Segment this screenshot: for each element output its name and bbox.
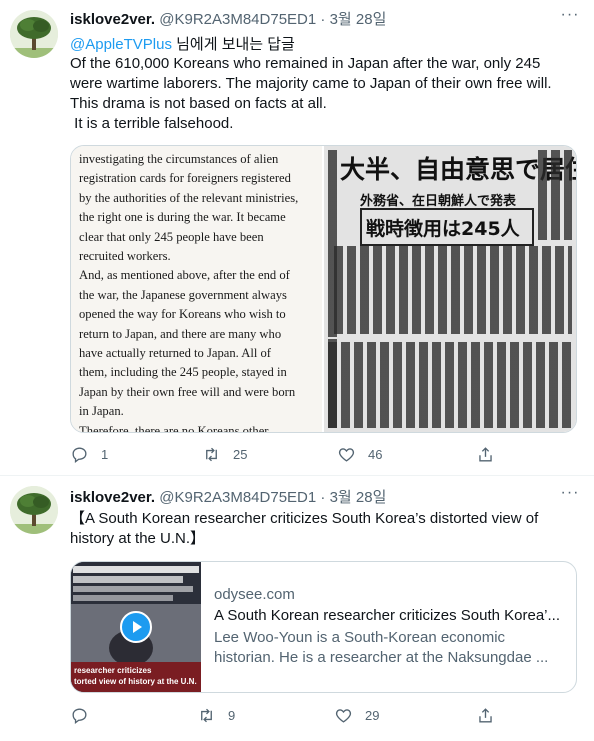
book-text-line: Therefore, there are no Koreans other xyxy=(79,423,269,433)
newspaper-rule xyxy=(324,337,576,339)
book-text-line: opened the way for Koreans who wish to xyxy=(79,307,286,322)
reply-icon xyxy=(72,446,87,463)
user-handle[interactable]: @K9R2A3M84D75ED1 xyxy=(159,11,316,28)
tweet-media[interactable]: investigating the circumstances of alien… xyxy=(70,145,577,433)
card-info: odysee.com A South Korean researcher cri… xyxy=(214,586,564,668)
book-text-line: return to Japan, and there are many who xyxy=(79,326,282,341)
mention-link[interactable]: @AppleTVPlus xyxy=(70,36,172,53)
book-text-line: in Japan. xyxy=(79,404,124,419)
play-triangle xyxy=(133,621,142,633)
display-name[interactable]: isklove2ver. xyxy=(70,489,155,506)
book-text-line: clear that only 245 people have been xyxy=(79,229,264,244)
separator: · xyxy=(320,11,326,28)
reply-count: 1 xyxy=(101,446,109,462)
heart-icon xyxy=(338,447,355,462)
retweet-button[interactable]: 25 xyxy=(202,444,247,464)
book-text-line: Japan by their own free will and were bo… xyxy=(79,384,296,399)
reply-button[interactable] xyxy=(70,705,101,725)
book-text-line: registration cards for foreigners regist… xyxy=(79,171,291,186)
tweet-actions: 1 25 46 xyxy=(70,444,540,464)
retweet-count: 9 xyxy=(228,707,236,723)
card-title: A South Korean researcher criticizes Sou… xyxy=(214,607,561,624)
more-options-icon[interactable]: ··· xyxy=(560,485,580,506)
card-description: Lee Woo-Youn is a South-Korean economic … xyxy=(214,629,549,666)
avatar[interactable] xyxy=(10,486,58,534)
user-handle[interactable]: @K9R2A3M84D75ED1 xyxy=(159,489,316,506)
retweet-icon xyxy=(201,708,212,722)
tweet-date[interactable]: 3월 28일 xyxy=(330,489,387,506)
display-name[interactable]: isklove2ver. xyxy=(70,11,155,28)
retweet-icon xyxy=(206,447,217,461)
play-icon[interactable] xyxy=(120,611,152,643)
share-icon xyxy=(479,446,492,462)
thumbnail-caption: researcher criticizes xyxy=(74,666,152,675)
book-text-line: the right one is during the war. It beca… xyxy=(79,210,286,225)
like-button[interactable]: 29 xyxy=(334,705,379,725)
tweet[interactable]: isklove2ver. @K9R2A3M84D75ED1 · 3월 28일 ·… xyxy=(0,0,594,474)
tweet[interactable]: isklove2ver. @K9R2A3M84D75ED1 · 3월 28일 ·… xyxy=(0,476,594,741)
book-page-image: investigating the circumstances of alien… xyxy=(71,146,322,432)
reply-context: @AppleTVPlus 님에게 보내는 답글 xyxy=(70,33,295,54)
reply-icon xyxy=(72,707,87,724)
book-text-line: And, as mentioned above, after the end o… xyxy=(79,268,290,283)
like-button[interactable]: 46 xyxy=(337,444,382,464)
book-text-line: recruited workers. xyxy=(79,249,171,264)
like-count: 29 xyxy=(365,707,380,723)
thumbnail-caption: torted view of history at the U.N. xyxy=(74,677,197,686)
newspaper-column-text xyxy=(334,246,572,334)
reply-button[interactable]: 1 xyxy=(70,444,108,464)
tree-icon xyxy=(10,486,58,534)
link-card[interactable]: researcher criticizes torted view of his… xyxy=(70,561,577,693)
heart-icon xyxy=(335,708,352,723)
like-count: 46 xyxy=(368,446,383,462)
tweet-text: Of the 610,000 Koreans who remained in J… xyxy=(70,55,552,132)
avatar[interactable] xyxy=(10,10,58,58)
book-text-line: have actually returned to Japan. All of xyxy=(79,346,271,361)
share-icon xyxy=(479,707,492,723)
newspaper-boxed-headline: 戦時徴用は245人 xyxy=(366,218,520,240)
tree-icon xyxy=(10,10,58,58)
reply-context-label: 님에게 보내는 답글 xyxy=(171,36,295,53)
tweet-text: 【A South Korean researcher criticizes So… xyxy=(70,510,539,547)
card-domain: odysee.com xyxy=(214,586,295,603)
retweet-count: 25 xyxy=(233,446,248,462)
book-text-line: by the authorities of the relevant minis… xyxy=(79,190,299,205)
newspaper-clipping-image: 大半、自由意思で居住 外務省、在日朝鮮人で発表 戦時徴用は245人 xyxy=(324,146,576,432)
newspaper-subhead: 外務省、在日朝鮮人で発表 xyxy=(360,194,517,209)
retweet-button[interactable]: 9 xyxy=(197,705,235,725)
separator: · xyxy=(320,489,326,506)
newspaper-column-text xyxy=(328,342,572,428)
more-options-icon[interactable]: ··· xyxy=(560,7,580,28)
video-thumbnail[interactable]: researcher criticizes torted view of his… xyxy=(71,562,201,692)
book-text-line: investigating the circumstances of alien xyxy=(79,152,279,166)
tweet-header: isklove2ver. @K9R2A3M84D75ED1 · 3월 28일 xyxy=(70,486,386,507)
tweet-actions: 9 29 xyxy=(70,705,540,725)
share-button[interactable] xyxy=(476,444,495,464)
newspaper-column-text xyxy=(538,150,572,240)
book-text-line: them, including the 245 people, stayed i… xyxy=(79,365,287,380)
tweet-date[interactable]: 3월 28일 xyxy=(330,11,387,28)
tweet-header: isklove2ver. @K9R2A3M84D75ED1 · 3월 28일 xyxy=(70,8,386,29)
book-text-line: the war, the Japanese government always xyxy=(79,287,287,302)
share-button[interactable] xyxy=(476,705,495,725)
